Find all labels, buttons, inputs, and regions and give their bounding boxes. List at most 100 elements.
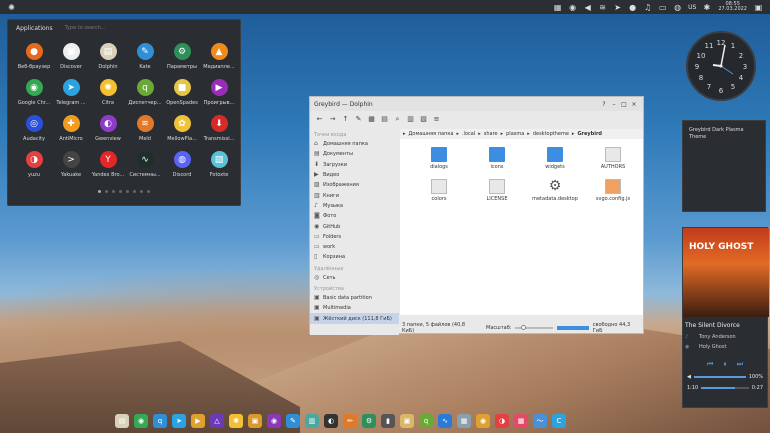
search-icon[interactable]: ⌕ [392, 114, 403, 124]
sidebar-item[interactable]: ▶ Видео [310, 170, 399, 180]
sidebar-item[interactable]: ▭ Folders [310, 232, 399, 242]
page-dot[interactable] [133, 190, 136, 193]
page-dot[interactable] [112, 190, 115, 193]
edit-path-icon[interactable]: ✎ [353, 114, 364, 124]
zoom-slider[interactable] [515, 325, 554, 330]
discord-tray-icon[interactable]: ◍ [673, 3, 682, 12]
bluetooth-icon[interactable]: ✱ [702, 3, 711, 12]
split-icon[interactable]: ▥ [405, 114, 416, 124]
progress-slider[interactable] [701, 387, 749, 389]
archive-icon[interactable]: ▣ [248, 414, 262, 428]
dolphin-emu-icon[interactable]: 〜 [533, 414, 547, 428]
sidebar-item[interactable]: ▨ Изображения [310, 180, 399, 190]
chrome-icon[interactable]: ◉ [134, 414, 148, 428]
github-icon[interactable]: ◉ [267, 414, 281, 428]
app-item[interactable]: ▧ Fotoxte [201, 148, 237, 184]
app-item[interactable]: ⚙ Параметры [164, 40, 200, 76]
citra-icon[interactable]: ✺ [229, 414, 243, 428]
c-icon[interactable]: C [552, 414, 566, 428]
sidebar-item[interactable]: ▯ Корзина [310, 252, 399, 262]
audio-icon[interactable]: ♫ [643, 3, 652, 12]
discover-icon[interactable]: ▥ [305, 414, 319, 428]
sidebar-item[interactable]: ◉ GitHub [310, 221, 399, 231]
gimp-icon[interactable]: ◐ [324, 414, 338, 428]
app-item[interactable]: Y Yandex Bro... [90, 148, 126, 184]
app-item[interactable]: ∿ Системны... [127, 148, 163, 184]
sidebar-item[interactable]: ⌂ Домашняя папка [310, 139, 399, 149]
sidebar-item[interactable]: ▤ Документы [310, 149, 399, 159]
details-view-icon[interactable]: ▤ [379, 114, 390, 124]
settings-icon[interactable]: ⚙ [362, 414, 376, 428]
minimize-icon[interactable]: – [609, 101, 619, 108]
player-icon[interactable]: ▶ [191, 414, 205, 428]
app-item[interactable]: ⬇ Transmissi... [201, 112, 237, 148]
krita-icon[interactable]: ✏ [343, 414, 357, 428]
sidebar-item[interactable]: ⬇ Загрузки [310, 160, 399, 170]
sidebar-item[interactable]: ▣ Multimedia [310, 303, 399, 313]
forward-icon[interactable]: → [327, 114, 338, 124]
note-widget[interactable]: Greybird Dark Plasma Theme [682, 120, 766, 212]
files-icon[interactable]: ▤ [115, 414, 129, 428]
keyboard-icon[interactable]: ▭ [658, 3, 667, 12]
steam-icon[interactable]: ● [628, 3, 637, 12]
app-item[interactable]: ≋ Meld [127, 112, 163, 148]
proton-icon[interactable]: △ [210, 414, 224, 428]
app-item[interactable]: ◉ Google Chr... [16, 76, 52, 112]
file-item[interactable]: dialogs [410, 147, 468, 179]
clipboard-icon[interactable]: ▦ [553, 3, 562, 12]
page-dot[interactable] [98, 190, 101, 193]
preview-icon[interactable]: ▧ [418, 114, 429, 124]
desktop-icon[interactable]: ▣ [754, 3, 763, 12]
sidebar-item[interactable]: ▣ Basic data partition [310, 293, 399, 303]
sidebar-item[interactable]: ♪ Музыка [310, 201, 399, 211]
app-item[interactable]: ● Веб-браузер [16, 40, 52, 76]
sidebar-item[interactable]: ▭ work [310, 242, 399, 252]
zoom-handle[interactable] [521, 325, 527, 330]
file-item[interactable]: AUTHORS [584, 147, 642, 179]
back-icon[interactable]: ← [314, 114, 325, 124]
sidebar-item[interactable]: ◎ Сеть [310, 273, 399, 283]
volume-slider[interactable] [693, 376, 746, 378]
app-item[interactable]: ▶ Проигрыв... [201, 76, 237, 112]
file-item[interactable]: svgo.config.js [584, 179, 642, 211]
page-dot[interactable] [126, 190, 129, 193]
app-item[interactable]: ◍ Discord [164, 148, 200, 184]
sidebar-item[interactable]: ▣ Жёсткий диск (111,8 ГиБ) [310, 313, 399, 324]
app-item[interactable]: ✚ AntiMicro [53, 112, 89, 148]
file-item[interactable]: icons [468, 147, 526, 179]
pause-icon[interactable]: ⏸ [723, 360, 727, 369]
previous-icon[interactable]: ⏮ [707, 360, 713, 369]
icons-view-icon[interactable]: ▦ [366, 114, 377, 124]
page-dot[interactable] [105, 190, 108, 193]
monitor-icon[interactable]: ∿ [438, 414, 452, 428]
app-item[interactable]: ◑ yuzu [16, 148, 52, 184]
app-item[interactable]: q Диспетчер... [127, 76, 163, 112]
app-item[interactable]: ➤ Telegram ... [53, 76, 89, 112]
breadcrumb-item[interactable]: Домашняя папка [409, 131, 454, 137]
app-launcher-icon[interactable]: ✺ [7, 3, 16, 12]
next-icon[interactable]: ⏭ [737, 360, 743, 369]
file-item[interactable]: widgets [526, 147, 584, 179]
volume-icon[interactable]: ◀ [583, 3, 592, 12]
window-titlebar[interactable]: Greybird — Dolphin ? – □ × [310, 97, 643, 111]
app-item[interactable]: ■ OpenSpades [164, 76, 200, 112]
breadcrumb-current[interactable]: Greybird [577, 131, 602, 137]
eye-icon[interactable]: ◉ [476, 414, 490, 428]
digital-clock[interactable]: 08:55 27.03.2022 [718, 2, 747, 12]
up-icon[interactable]: ↑ [340, 114, 351, 124]
file-item[interactable]: LICENSE [468, 179, 526, 211]
file-item[interactable]: colors [410, 179, 468, 211]
app-item[interactable]: ✿ MellowPla... [164, 112, 200, 148]
torrent-icon[interactable]: q [419, 414, 433, 428]
screenshot-icon[interactable]: ▦ [457, 414, 471, 428]
page-dot[interactable] [119, 190, 122, 193]
breadcrumb-item[interactable]: .local [462, 131, 475, 137]
camera-icon[interactable]: ◉ [568, 3, 577, 12]
kate-icon[interactable]: ✎ [286, 414, 300, 428]
telegram-icon[interactable]: ➤ [172, 414, 186, 428]
app-item[interactable]: ▤ Dolphin [90, 40, 126, 76]
help-icon[interactable]: ? [599, 101, 609, 108]
app-item[interactable]: ▲ Медиапле... [201, 40, 237, 76]
page-dot[interactable] [140, 190, 143, 193]
close-icon[interactable]: × [629, 101, 639, 108]
